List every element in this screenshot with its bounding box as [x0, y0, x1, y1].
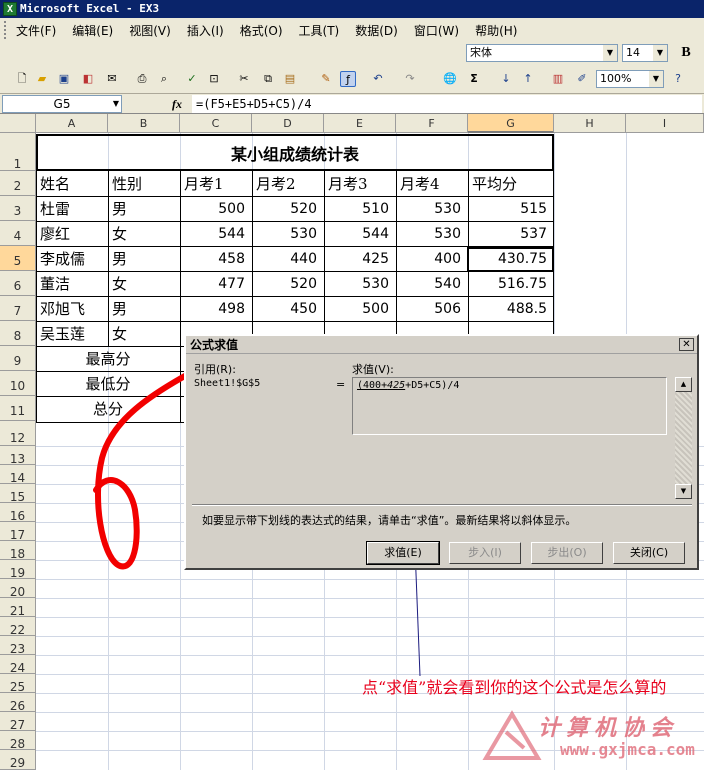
scroll-up-icon[interactable]: ▲	[675, 377, 692, 392]
dialog-hint: 如要显示带下划线的表达式的结果，请单击“求值”。最新结果将以斜体显示。	[202, 514, 577, 527]
evaluate-formula-dialog: 公式求值 ✕ 引用(R): Sheet1!$G$5 = 求值(V): (400+…	[184, 334, 699, 570]
equals-sign: =	[336, 378, 346, 391]
handwritten-six	[93, 369, 195, 570]
evaluation-label: 求值(V):	[352, 363, 394, 376]
scroll-down-icon[interactable]: ▼	[675, 484, 692, 499]
watermark-logo-icon	[504, 730, 526, 750]
step-in-button[interactable]: 步入(I)	[449, 542, 521, 564]
vertical-scrollbar[interactable]: ▲ ▼	[675, 377, 692, 499]
step-out-button[interactable]: 步出(O)	[531, 542, 603, 564]
eval-text: +D5+C5)/4	[405, 380, 460, 391]
annotation-text: 点“求值”就会看到你的这个公式是怎么算的	[362, 678, 667, 697]
close-button[interactable]: 关闭(C)	[613, 542, 685, 564]
evaluation-box[interactable]: (400+425+D5+C5)/4	[352, 377, 667, 435]
reference-value: Sheet1!$G$5	[194, 378, 261, 389]
evaluate-button[interactable]: 求值(E)	[366, 541, 440, 565]
eval-result: 425	[387, 380, 406, 391]
eval-text: (400+	[357, 380, 388, 391]
watermark-url: www.gxjmca.com	[560, 740, 695, 759]
reference-label: 引用(R):	[194, 363, 236, 376]
close-icon[interactable]: ✕	[679, 338, 694, 351]
watermark-name: 计算机协会	[538, 716, 679, 741]
divider	[192, 504, 692, 506]
excel-window: X Microsoft Excel - EX3 文件(F) 编辑(E) 视图(V…	[0, 0, 704, 770]
dialog-title: 公式求值	[186, 336, 697, 354]
